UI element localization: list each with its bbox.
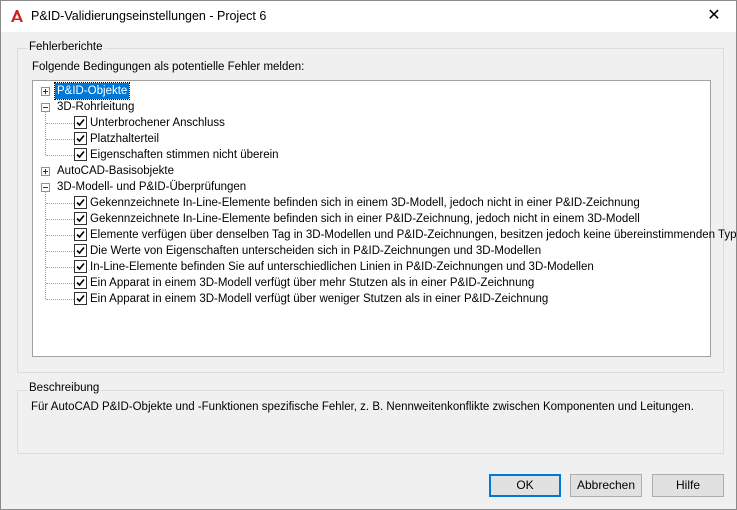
autocad-logo-icon — [11, 10, 23, 22]
tree-check-item-label: Die Werte von Eigenschaften unterscheide… — [90, 245, 542, 257]
collapse-icon[interactable] — [41, 183, 50, 192]
tree-check-item-label: Unterbrochener Anschluss — [90, 117, 225, 129]
checkbox[interactable] — [74, 244, 87, 257]
checkbox[interactable] — [74, 132, 87, 145]
tree-branch-line — [46, 203, 74, 204]
tree-category-label: 3D-Modell- und P&ID-Überprüfungen — [57, 181, 247, 193]
checkmark-icon — [76, 294, 85, 303]
tree-category-label: 3D-Rohrleitung — [57, 101, 135, 113]
expander-vertical-bar — [45, 169, 46, 174]
checkmark-icon — [76, 118, 85, 127]
checkbox[interactable] — [74, 228, 87, 241]
tree-branch-line — [46, 219, 74, 220]
tree-branch-line — [46, 267, 74, 268]
tree-category-node[interactable]: 3D-Rohrleitung — [33, 99, 708, 115]
tree-check-item[interactable]: Elemente verfügen über denselben Tag in … — [33, 227, 737, 243]
checkmark-icon — [76, 214, 85, 223]
tree-check-item-label: In-Line-Elemente befinden Sie auf unters… — [90, 261, 594, 273]
expander-horizontal-bar — [43, 187, 48, 188]
tree-check-item[interactable]: Ein Apparat in einem 3D-Modell verfügt ü… — [33, 275, 708, 291]
checkmark-icon — [76, 278, 85, 287]
error-reports-legend: Fehlerberichte — [27, 41, 105, 53]
checkbox[interactable] — [74, 260, 87, 273]
title-bar[interactable]: P&ID-Validierungseinstellungen - Project… — [1, 1, 736, 32]
checkbox[interactable] — [74, 292, 87, 305]
checkmark-icon — [76, 246, 85, 255]
tree-check-item-label: Ein Apparat in einem 3D-Modell verfügt ü… — [90, 277, 535, 289]
help-button[interactable]: Hilfe — [652, 474, 724, 497]
tree-check-item[interactable]: In-Line-Elemente befinden Sie auf unters… — [33, 259, 708, 275]
checkmark-icon — [76, 262, 85, 271]
tree-branch-line — [46, 299, 74, 300]
cancel-button[interactable]: Abbrechen — [570, 474, 642, 497]
window-title: P&ID-Validierungseinstellungen - Project… — [31, 9, 267, 23]
tree-category-label: AutoCAD-Basisobjekte — [57, 165, 174, 177]
description-legend: Beschreibung — [27, 382, 102, 394]
tree-category-label: P&ID-Objekte — [53, 82, 131, 100]
tree-category-node[interactable]: 3D-Modell- und P&ID-Überprüfungen — [33, 179, 708, 195]
collapse-icon[interactable] — [41, 103, 50, 112]
tree-branch-line — [46, 139, 74, 140]
expand-icon[interactable] — [41, 87, 50, 96]
expander-vertical-bar — [45, 89, 46, 94]
tree-check-item-label: Platzhalterteil — [90, 133, 160, 145]
tree-branch-line — [46, 123, 74, 124]
checkmark-icon — [76, 150, 85, 159]
description-text: Für AutoCAD P&ID-Objekte und -Funktionen… — [31, 401, 694, 413]
tree-check-item-label: Ein Apparat in einem 3D-Modell verfügt ü… — [90, 293, 549, 305]
tree-branch-line — [46, 235, 74, 236]
checkbox[interactable] — [74, 212, 87, 225]
checkmark-icon — [76, 230, 85, 239]
tree-check-item-label: Eigenschaften stimmen nicht überein — [90, 149, 279, 161]
tree-check-item[interactable]: Platzhalterteil — [33, 131, 708, 147]
description-group — [17, 390, 724, 454]
tree-check-item-label: Gekennzeichnete In-Line-Elemente befinde… — [90, 197, 640, 209]
tree-category-node[interactable]: P&ID-Objekte — [33, 82, 708, 100]
checkbox[interactable] — [74, 276, 87, 289]
checkmark-icon — [76, 198, 85, 207]
error-conditions-prompt: Folgende Bedingungen als potentielle Feh… — [32, 61, 305, 73]
tree-check-item[interactable]: Eigenschaften stimmen nicht überein — [33, 147, 708, 163]
tree-category-node[interactable]: AutoCAD-Basisobjekte — [33, 163, 708, 179]
tree-check-item[interactable]: Ein Apparat in einem 3D-Modell verfügt ü… — [33, 291, 708, 307]
tree-branch-line — [46, 155, 74, 156]
tree-check-item[interactable]: Gekennzeichnete In-Line-Elemente befinde… — [33, 211, 708, 227]
checkbox[interactable] — [74, 116, 87, 129]
tree-check-item[interactable]: Die Werte von Eigenschaften unterscheide… — [33, 243, 708, 259]
error-conditions-tree[interactable]: P&ID-Objekte 3D-Rohrleitung Unterbrochener… — [32, 80, 737, 357]
tree-branch-line — [46, 283, 74, 284]
checkbox[interactable] — [74, 196, 87, 209]
tree-check-item-label: Gekennzeichnete In-Line-Elemente befinde… — [90, 213, 640, 225]
close-button[interactable]: ✕ — [692, 1, 736, 32]
checkmark-icon — [76, 134, 85, 143]
tree-check-item[interactable]: Gekennzeichnete In-Line-Elemente befinde… — [33, 195, 708, 211]
expander-horizontal-bar — [43, 107, 48, 108]
expand-icon[interactable] — [41, 167, 50, 176]
tree-branch-line — [46, 251, 74, 252]
close-icon: ✕ — [707, 7, 721, 24]
tree-check-item[interactable]: Unterbrochener Anschluss — [33, 115, 708, 131]
ok-button[interactable]: OK — [489, 474, 561, 497]
tree-check-item-label: Elemente verfügen über denselben Tag in … — [90, 229, 737, 241]
checkbox[interactable] — [74, 148, 87, 161]
